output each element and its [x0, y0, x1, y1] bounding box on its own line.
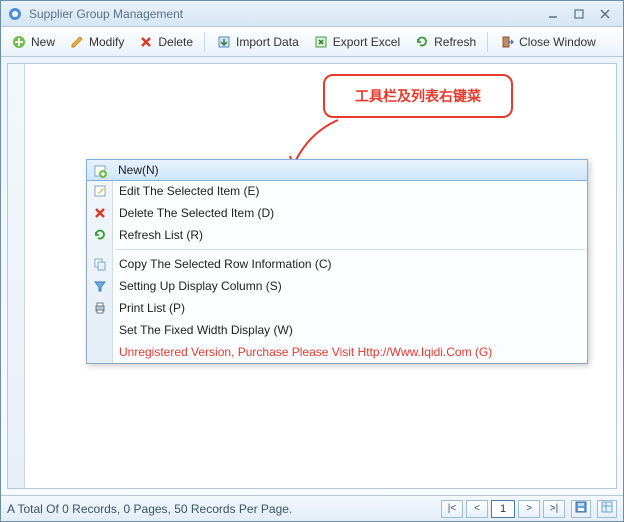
menu-label: Unregistered Version, Purchase Please Vi…: [119, 345, 492, 359]
separator: [487, 32, 488, 52]
menu-label: Set The Fixed Width Display (W): [119, 323, 293, 337]
export-icon-button[interactable]: [597, 500, 617, 518]
menu-item-copy[interactable]: Copy The Selected Row Information (C): [87, 253, 587, 275]
callout-bubble: 工具栏及列表右键菜: [323, 74, 513, 118]
delete-label: Delete: [158, 35, 193, 49]
status-text: A Total Of 0 Records, 0 Pages, 50 Record…: [7, 502, 441, 516]
minimize-button[interactable]: [541, 6, 565, 22]
next-page-button[interactable]: >: [518, 500, 540, 518]
context-menu: New(N) Edit The Selected Item (E) Delete…: [86, 159, 588, 364]
save-icon-button[interactable]: [571, 500, 591, 518]
pager: |< < 1 > >|: [441, 500, 617, 518]
first-page-button[interactable]: |<: [441, 500, 463, 518]
add-icon: [11, 34, 27, 50]
menu-item-refresh[interactable]: Refresh List (R): [87, 224, 587, 246]
menu-label: Refresh List (R): [119, 228, 203, 242]
close-window-button[interactable]: Close Window: [493, 31, 602, 53]
prev-page-button[interactable]: <: [466, 500, 488, 518]
menu-item-unregistered[interactable]: Unregistered Version, Purchase Please Vi…: [87, 341, 587, 363]
menu-item-fixedwidth[interactable]: Set The Fixed Width Display (W): [87, 319, 587, 341]
blank-icon: [91, 321, 109, 339]
delete-icon: [138, 34, 154, 50]
callout-text: 工具栏及列表右键菜: [355, 86, 481, 106]
menu-item-columns[interactable]: Setting Up Display Column (S): [87, 275, 587, 297]
import-icon: [216, 34, 232, 50]
blank-icon: [91, 343, 109, 361]
menu-separator: [115, 249, 585, 250]
separator: [204, 32, 205, 52]
close-window-label: Close Window: [519, 35, 596, 49]
menu-item-new[interactable]: New(N): [86, 159, 588, 181]
maximize-button[interactable]: [567, 6, 591, 22]
app-icon: [7, 6, 23, 22]
pencil-icon: [69, 34, 85, 50]
new-label: New: [31, 35, 55, 49]
menu-label: Setting Up Display Column (S): [119, 279, 282, 293]
export-icon: [313, 34, 329, 50]
refresh-button[interactable]: Refresh: [408, 31, 482, 53]
new-button[interactable]: New: [5, 31, 61, 53]
page-input[interactable]: 1: [491, 500, 515, 518]
edit-icon: [91, 182, 109, 200]
import-label: Import Data: [236, 35, 299, 49]
status-bar: A Total Of 0 Records, 0 Pages, 50 Record…: [1, 495, 623, 521]
refresh-icon: [414, 34, 430, 50]
modify-button[interactable]: Modify: [63, 31, 130, 53]
toolbar: New Modify Delete Import Data Export Exc…: [1, 27, 623, 57]
menu-label: Copy The Selected Row Information (C): [119, 257, 332, 271]
sheet-icon: [601, 501, 613, 516]
import-button[interactable]: Import Data: [210, 31, 305, 53]
menu-item-delete[interactable]: Delete The Selected Item (D): [87, 202, 587, 224]
copy-icon: [91, 255, 109, 273]
export-button[interactable]: Export Excel: [307, 31, 406, 53]
menu-label: New(N): [118, 163, 159, 177]
close-button[interactable]: [593, 6, 617, 22]
app-window: Supplier Group Management New Modify Del…: [0, 0, 624, 522]
menu-item-print[interactable]: Print List (P): [87, 297, 587, 319]
refresh-label: Refresh: [434, 35, 476, 49]
modify-label: Modify: [89, 35, 124, 49]
filter-icon: [91, 277, 109, 295]
door-icon: [499, 34, 515, 50]
refresh-icon: [91, 226, 109, 244]
delete-button[interactable]: Delete: [132, 31, 199, 53]
menu-label: Edit The Selected Item (E): [119, 184, 260, 198]
print-icon: [91, 299, 109, 317]
menu-label: Print List (P): [119, 301, 185, 315]
content-area: 工具栏及列表右键菜 New(N) Edit The Selected Item …: [7, 63, 617, 489]
menu-label: Delete The Selected Item (D): [119, 206, 274, 220]
disk-icon: [575, 501, 587, 516]
delete-icon: [91, 204, 109, 222]
export-label: Export Excel: [333, 35, 400, 49]
window-title: Supplier Group Management: [29, 7, 539, 21]
menu-item-edit[interactable]: Edit The Selected Item (E): [87, 180, 587, 202]
titlebar: Supplier Group Management: [1, 1, 623, 27]
add-icon: [91, 162, 109, 180]
last-page-button[interactable]: >|: [543, 500, 565, 518]
